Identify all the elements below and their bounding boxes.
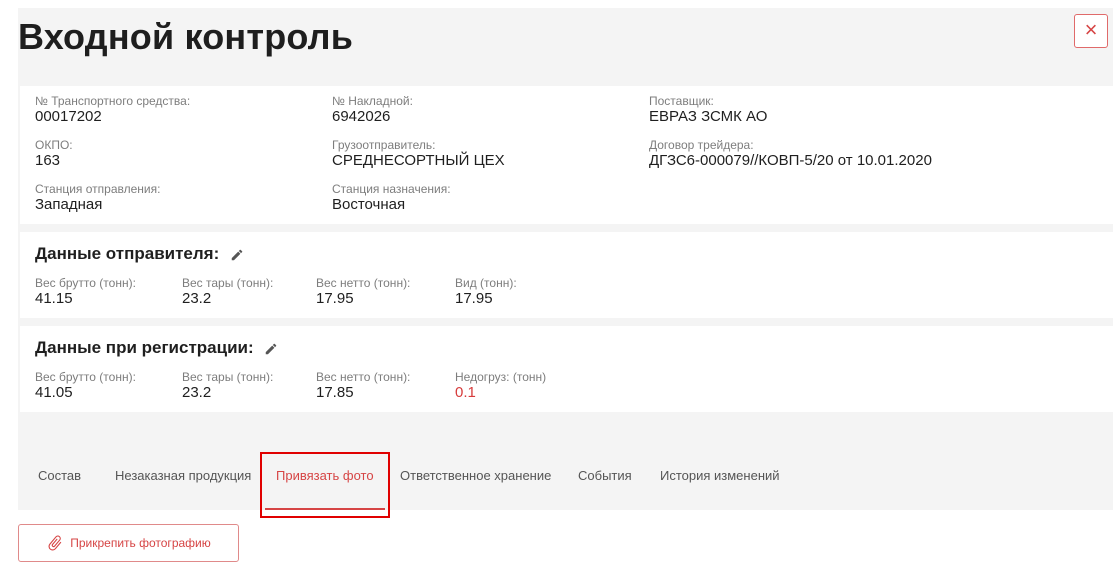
destination-value: Восточная <box>332 196 406 213</box>
reg-gross-field: Вес брутто (тонн): 41.05 <box>35 370 136 402</box>
shipment-info-card: № Транспортного средства: 00017202 ОКПО:… <box>20 86 1113 224</box>
sender-gross-field: Вес брутто (тонн): 41.15 <box>35 276 136 308</box>
supplier-field: Поставщик: ЕВРАЗ ЗСМК АО <box>649 94 767 126</box>
sender-net-field: Вес нетто (тонн): 17.95 <box>316 276 410 308</box>
vehicle-value: 00017202 <box>35 108 102 125</box>
shipper-field: Грузоотправитель: СРЕДНЕСОРТНЫЙ ЦЕХ <box>332 138 505 170</box>
highlight-box <box>260 452 390 518</box>
sender-tare-label: Вес тары (тонн): <box>182 276 274 290</box>
reg-tare-value: 23.2 <box>182 384 212 401</box>
destination-field: Станция назначения: Восточная <box>332 182 451 214</box>
sender-tare-value: 23.2 <box>182 290 212 307</box>
reg-shortage-value: 0.1 <box>455 384 476 401</box>
reg-shortage-label: Недогруз: (тонн) <box>455 370 547 384</box>
reg-gross-value: 41.05 <box>35 384 73 401</box>
vehicle-field: № Транспортного средства: 00017202 <box>35 94 190 126</box>
tab-change-history[interactable]: История изменений <box>660 468 780 483</box>
vehicle-label: № Транспортного средства: <box>35 94 191 108</box>
departure-value: Западная <box>35 196 103 213</box>
sender-gross-value: 41.15 <box>35 290 73 307</box>
supplier-value: ЕВРАЗ ЗСМК АО <box>649 108 768 125</box>
registration-title: Данные при регистрации: <box>35 338 278 358</box>
registration-data-card: Данные при регистрации: Вес брутто (тонн… <box>20 326 1113 412</box>
reg-tare-field: Вес тары (тонн): 23.2 <box>182 370 273 402</box>
registration-title-text: Данные при регистрации: <box>35 338 254 357</box>
sender-net-label: Вес нетто (тонн): <box>316 276 411 290</box>
sender-net-value: 17.95 <box>316 290 354 307</box>
supplier-label: Поставщик: <box>649 94 714 108</box>
sender-kind-label: Вид (тонн): <box>455 276 517 290</box>
sender-data-card: Данные отправителя: Вес брутто (тонн): 4… <box>20 232 1113 318</box>
attach-photo-label: Прикрепить фотографию <box>70 536 211 550</box>
okpo-field: ОКПО: 163 <box>35 138 73 170</box>
tab-events[interactable]: События <box>578 468 632 483</box>
sender-kind-value: 17.95 <box>455 290 493 307</box>
reg-net-value: 17.85 <box>316 384 354 401</box>
attach-photo-button[interactable]: Прикрепить фотографию <box>18 524 239 562</box>
page-title: Входной контроль <box>18 16 354 57</box>
contract-label: Договор трейдера: <box>649 138 754 152</box>
waybill-field: № Накладной: 6942026 <box>332 94 413 126</box>
okpo-value: 163 <box>35 152 61 169</box>
sender-tare-field: Вес тары (тонн): 23.2 <box>182 276 273 308</box>
shipper-value: СРЕДНЕСОРТНЫЙ ЦЕХ <box>332 152 505 169</box>
sender-gross-label: Вес брутто (тонн): <box>35 276 136 290</box>
close-button[interactable]: × <box>1074 14 1108 48</box>
waybill-value: 6942026 <box>332 108 391 125</box>
shipper-label: Грузоотправитель: <box>332 138 436 152</box>
reg-net-field: Вес нетто (тонн): 17.85 <box>316 370 410 402</box>
reg-tare-label: Вес тары (тонн): <box>182 370 274 384</box>
tab-responsible-storage[interactable]: Ответственное хранение <box>400 468 551 483</box>
sender-kind-field: Вид (тонн): 17.95 <box>455 276 517 308</box>
paperclip-icon <box>48 535 62 551</box>
sender-title-text: Данные отправителя: <box>35 244 220 263</box>
close-icon: × <box>1084 17 1098 42</box>
contract-value: ДГЗС6-000079//КОВП-5/20 от 10.01.2020 <box>649 152 932 169</box>
okpo-label: ОКПО: <box>35 138 73 152</box>
contract-field: Договор трейдера: ДГЗС6-000079//КОВП-5/2… <box>649 138 932 170</box>
destination-label: Станция назначения: <box>332 182 451 196</box>
reg-gross-label: Вес брутто (тонн): <box>35 370 136 384</box>
tab-composition[interactable]: Состав <box>38 468 81 483</box>
tab-unordered-products[interactable]: Незаказная продукция <box>115 468 251 483</box>
waybill-label: № Накладной: <box>332 94 413 108</box>
departure-field: Станция отправления: Западная <box>35 182 160 214</box>
sender-title: Данные отправителя: <box>35 244 244 264</box>
departure-label: Станция отправления: <box>35 182 161 196</box>
tab-bar: Состав Незаказная продукция Привязать фо… <box>18 456 1113 506</box>
reg-shortage-field: Недогруз: (тонн) 0.1 <box>455 370 546 402</box>
edit-pencil-icon[interactable] <box>230 248 244 262</box>
reg-net-label: Вес нетто (тонн): <box>316 370 411 384</box>
edit-pencil-icon[interactable] <box>264 342 278 356</box>
